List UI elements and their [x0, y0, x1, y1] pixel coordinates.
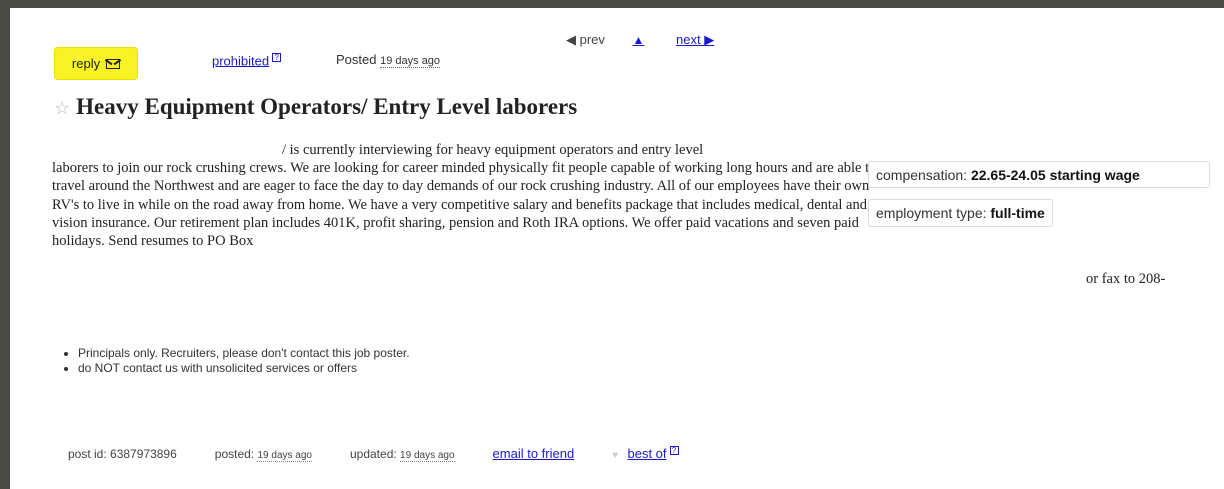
notice-item: do NOT contact us with unsolicited servi…: [78, 361, 410, 376]
footer-posted-label: posted:: [214, 447, 255, 461]
prev-link[interactable]: ◀ prev: [566, 32, 605, 47]
reply-label: reply: [71, 56, 101, 71]
post-id: post id: 6387973896: [68, 447, 177, 461]
up-link[interactable]: ▲: [633, 33, 645, 47]
employment-type-label: employment type:: [876, 205, 987, 221]
favorite-star-icon[interactable]: ☆: [54, 98, 70, 118]
reply-button[interactable]: reply: [54, 47, 138, 80]
posting-nav: ◀ prev ▲ next ▶: [566, 32, 714, 48]
posted-label: Posted: [336, 52, 377, 67]
footer-updated-time: 19 days ago: [400, 450, 455, 462]
posting-body: / is currently interviewing for heavy eq…: [52, 141, 882, 250]
footer-updated-label: updated:: [349, 447, 397, 461]
notices-list: Principals only. Recruiters, please don'…: [58, 346, 410, 376]
posted-time: 19 days ago: [380, 55, 441, 68]
next-link[interactable]: next ▶: [676, 32, 714, 47]
footer-posted: posted: 19 days ago: [214, 447, 312, 462]
footer-posted-time: 19 days ago: [257, 450, 312, 462]
employment-type-attribute: employment type: full-time: [868, 199, 1053, 227]
footer-updated: updated: 19 days ago: [349, 447, 455, 462]
employment-type-value: full-time: [990, 205, 1045, 221]
help-icon[interactable]: ?: [272, 53, 282, 62]
best-of-star-icon: ♥: [612, 450, 619, 461]
envelope-icon: [106, 58, 121, 69]
body-text: laborers to join our rock crushing crews…: [52, 160, 877, 250]
posted-date: Posted 19 days ago: [336, 52, 441, 68]
posting-title-text: Heavy Equipment Operators/ Entry Level l…: [76, 94, 578, 119]
prohibited-link[interactable]: prohibited?: [212, 53, 282, 69]
posting-footer: post id: 6387973896 posted: 19 days ago …: [68, 446, 679, 462]
compensation-value: 22.65-24.05 starting wage: [970, 167, 1140, 183]
prohibited-label: prohibited: [212, 53, 270, 69]
compensation-label: compensation:: [876, 167, 968, 183]
posting-title: ☆ Heavy Equipment Operators/ Entry Level …: [54, 94, 577, 120]
help-icon[interactable]: ?: [669, 446, 679, 455]
notice-item: Principals only. Recruiters, please don'…: [78, 346, 410, 361]
email-to-friend-link[interactable]: email to friend: [493, 446, 575, 461]
body-first-line: / is currently interviewing for heavy eq…: [282, 142, 704, 158]
compensation-attribute: compensation: 22.65-24.05 starting wage: [868, 161, 1210, 188]
posting-page: ◀ prev ▲ next ▶ reply prohibited? Posted…: [10, 8, 1224, 489]
body-fax-tail: or fax to 208-: [1086, 271, 1166, 287]
best-of-link-wrap: ♥ best of?: [612, 446, 679, 461]
best-of-link[interactable]: best of: [627, 446, 666, 461]
